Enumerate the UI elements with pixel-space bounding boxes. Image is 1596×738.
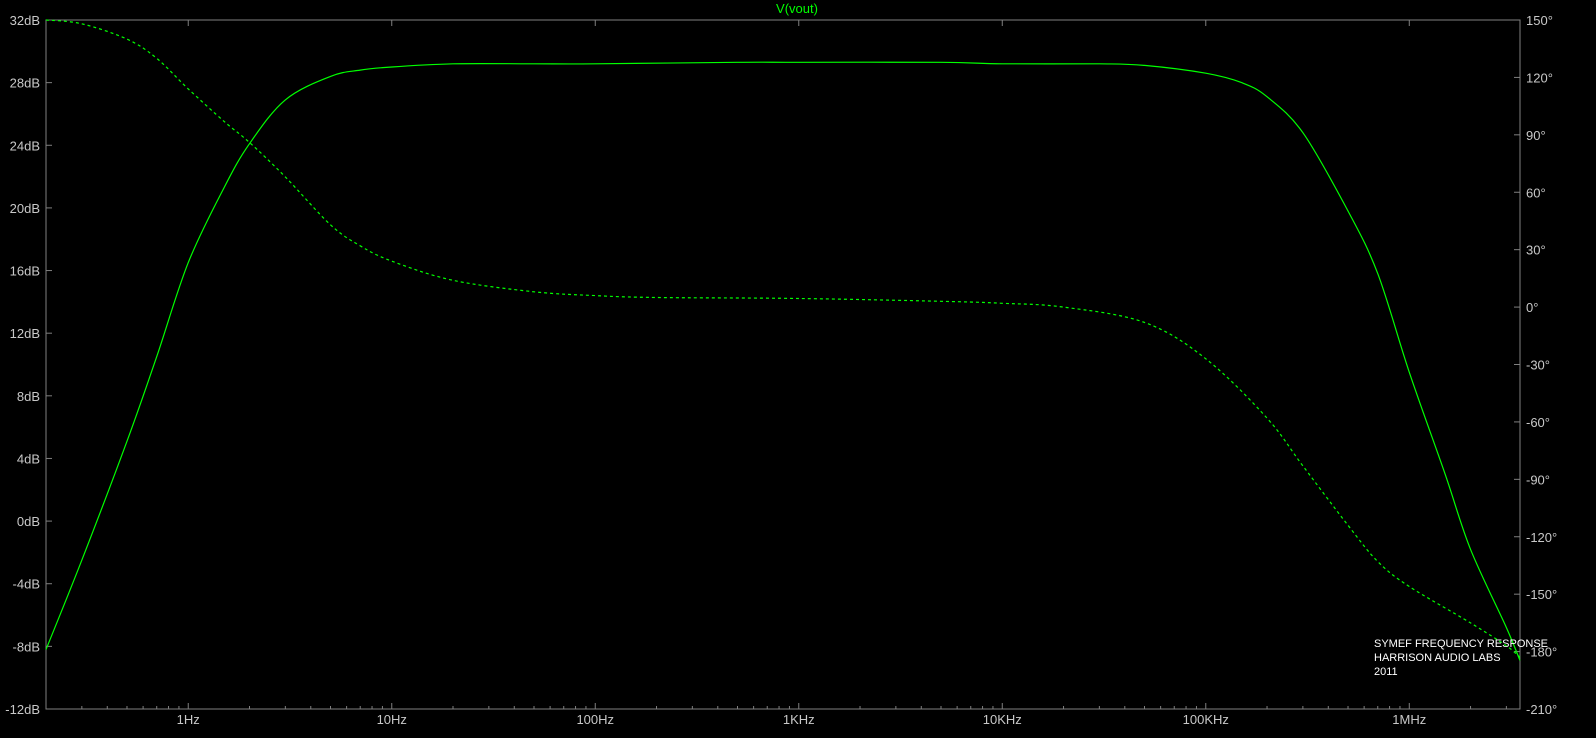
y-right-tick-label: 120° xyxy=(1526,70,1553,85)
y-right-tick-label: -60° xyxy=(1526,415,1550,430)
y-left-tick-label: 28dB xyxy=(10,76,40,91)
y-right-tick-label: 90° xyxy=(1526,128,1546,143)
y-left-tick-label: 12dB xyxy=(10,326,40,341)
y-left-tick-label: 20dB xyxy=(10,201,40,216)
y-right-tick-label: 60° xyxy=(1526,185,1546,200)
annotation-line: SYMEF FREQUENCY RESPONSE xyxy=(1374,638,1548,650)
x-tick-label: 1Hz xyxy=(177,712,200,727)
x-tick-label: 100Hz xyxy=(576,712,614,727)
y-right-tick-label: -150° xyxy=(1526,587,1557,602)
plot-background xyxy=(0,0,1596,738)
x-tick-label: 1KHz xyxy=(783,712,815,727)
y-right-tick-label: 150° xyxy=(1526,13,1553,28)
x-tick-label: 10KHz xyxy=(983,712,1022,727)
y-right-tick-label: 30° xyxy=(1526,243,1546,258)
y-left-tick-label: -4dB xyxy=(13,577,40,592)
y-right-tick-label: -120° xyxy=(1526,530,1557,545)
annotation-line: 2011 xyxy=(1374,666,1398,678)
x-tick-label: 1MHz xyxy=(1392,712,1426,727)
y-right-tick-label: -30° xyxy=(1526,358,1550,373)
y-right-tick-label: -210° xyxy=(1526,702,1557,717)
x-tick-label: 10Hz xyxy=(377,712,407,727)
annotation-line: HARRISON AUDIO LABS xyxy=(1374,652,1501,664)
frequency-response-chart: V(vout) 32dB 28dB 24dB 20dB 16dB 12dB 8dB 4dB 0d… xyxy=(0,0,1596,738)
y-right-tick-label: 0° xyxy=(1526,300,1538,315)
y-right-tick-label: -90° xyxy=(1526,472,1550,487)
y-left-tick-label: 4dB xyxy=(17,451,40,466)
y-left-tick-label: 8dB xyxy=(17,389,40,404)
y-left-tick-label: 32dB xyxy=(10,13,40,28)
y-left-tick-label: 16dB xyxy=(10,264,40,279)
y-left-tick-label: -12dB xyxy=(5,702,40,717)
y-left-tick-label: -8dB xyxy=(13,639,40,654)
x-tick-label: 100KHz xyxy=(1183,712,1229,727)
y-left-tick-label: 24dB xyxy=(10,138,40,153)
chart-title: V(vout) xyxy=(776,1,818,16)
y-left-tick-label: 0dB xyxy=(17,514,40,529)
